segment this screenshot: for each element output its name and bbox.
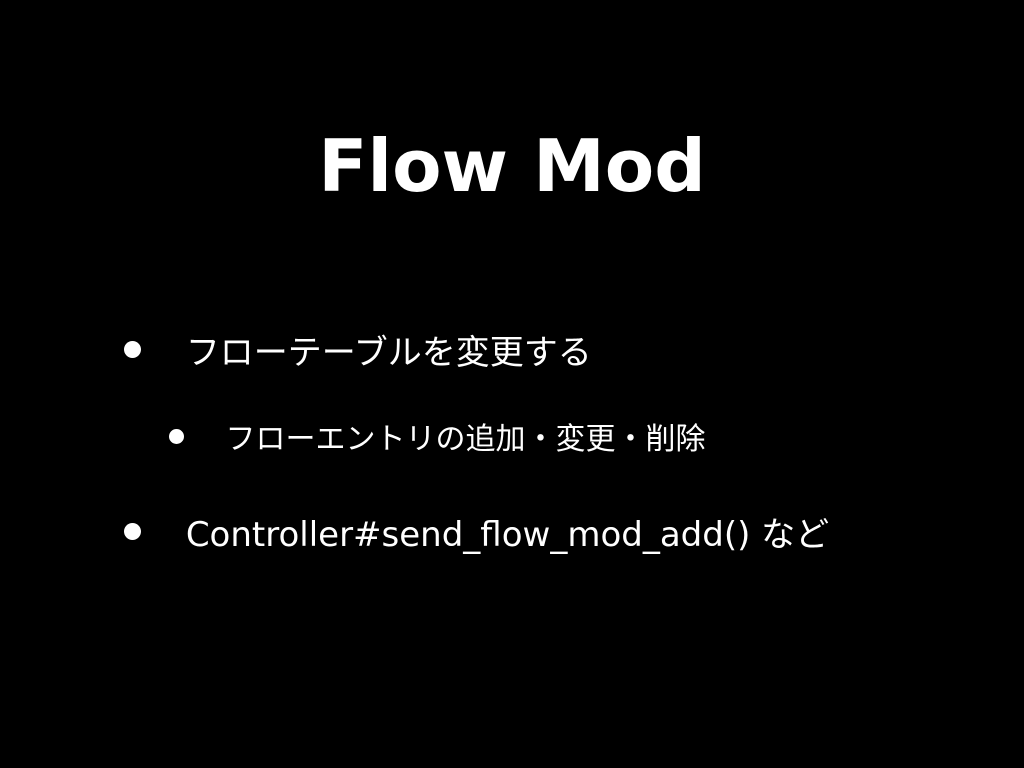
- presentation-slide: Flow Mod フローテーブルを変更する フローエントリの追加・変更・削除 C…: [0, 0, 1024, 768]
- bullet-item-flow-table: フローテーブルを変更する: [124, 329, 592, 375]
- slide-title: Flow Mod: [318, 124, 706, 209]
- bullet-text: Controller#send_flow_mod_add() など: [185, 514, 830, 555]
- bullet-marker: [124, 341, 141, 358]
- sub-bullet-text: フローエントリの追加・変更・削除: [225, 421, 706, 457]
- sub-bullet-item-flow-entry: フローエントリの追加・変更・削除: [169, 419, 706, 460]
- bullet-item-controller-method: Controller#send_flow_mod_add() など: [124, 511, 829, 557]
- bullet-marker: [124, 523, 141, 540]
- sub-bullet-marker: [169, 429, 184, 444]
- bullet-text: フローテーブルを変更する: [185, 332, 592, 373]
